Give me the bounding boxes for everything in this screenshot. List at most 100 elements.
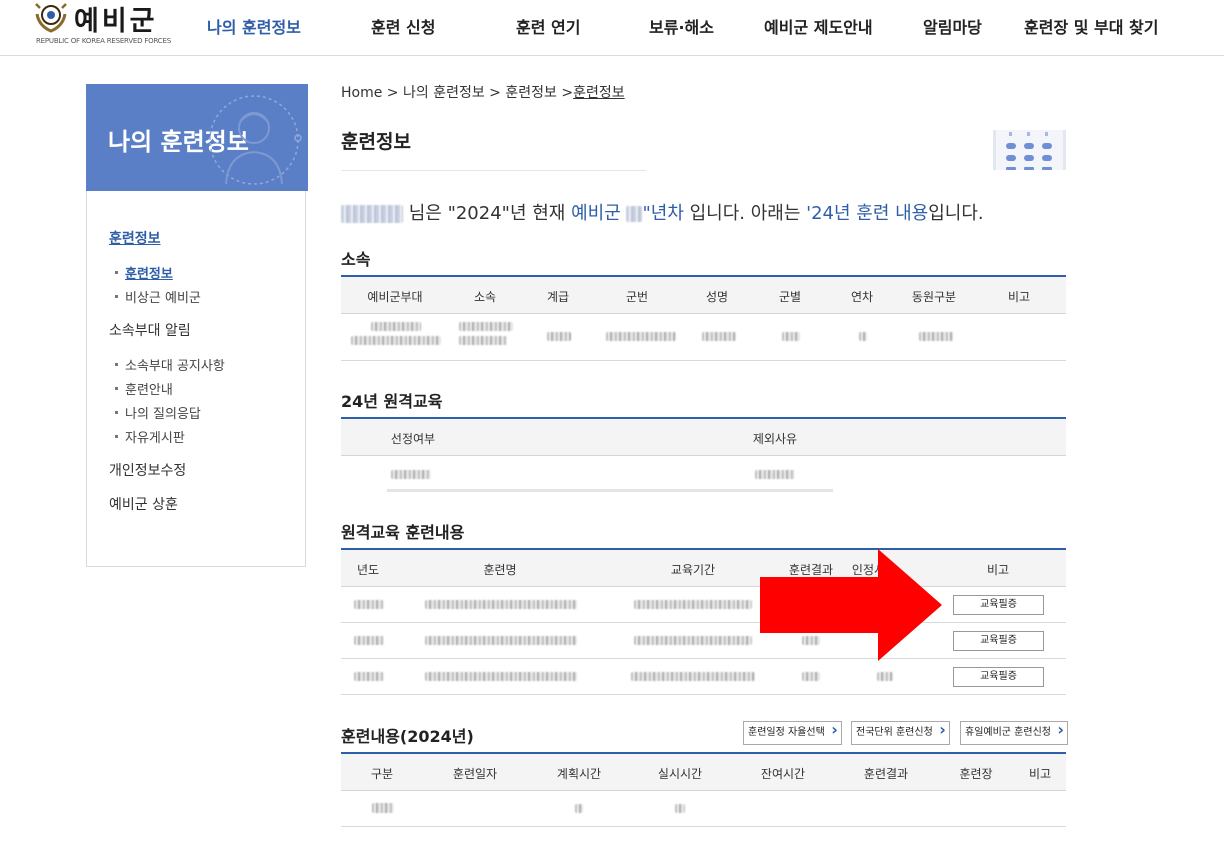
table-header-cell: 실시시간	[658, 765, 702, 782]
table-header-cell: 훈련일자	[453, 765, 497, 782]
table-header-cell: 소속	[474, 288, 496, 305]
sidebar: 나의 훈련정보 훈련정보 훈련정보 비상근 예비군 소속부대 알림 소속부대 공…	[86, 84, 306, 567]
table-header-cell: 예비군부대	[367, 288, 422, 305]
arrow-right-icon	[760, 549, 942, 661]
sidebar-item-unit-notice[interactable]: 소속부대 알림	[109, 320, 191, 340]
table-header-cell: 훈련장	[959, 765, 992, 782]
sidebar-subitem-part-time-reserve[interactable]: 비상근 예비군	[115, 287, 201, 306]
table-row	[341, 791, 1066, 827]
site-logo[interactable]: 예비군 REPUBLIC OF KOREA RESERVED FORCES	[34, 0, 180, 50]
redacted-cell	[425, 636, 577, 645]
intro-part-1: 님은 "2024"년 현재	[409, 203, 571, 224]
training-2024-title: 훈련내용(2024년)	[341, 723, 474, 747]
self-schedule-button[interactable]: 훈련일정 자율선택	[743, 721, 842, 745]
nationwide-apply-button[interactable]: 전국단위 훈련신청	[851, 721, 950, 745]
breadcrumb-my-training[interactable]: 나의 훈련정보	[403, 85, 485, 101]
certificate-button[interactable]: 교육필증	[953, 595, 1044, 615]
training-2024-table: 구분 훈련일자 계획시간 실시시간 잔여시간 훈련결과 훈련장 비고	[341, 752, 1066, 827]
sidebar-subitem-my-qna[interactable]: 나의 질의응답	[115, 403, 201, 422]
holiday-apply-button[interactable]: 휴일예비군 훈련신청	[960, 721, 1068, 745]
breadcrumb-sep-icon: >	[489, 85, 505, 101]
table-header-cell: 선정여부	[391, 430, 435, 447]
intro-part-5: '24년 훈련 내용	[806, 203, 928, 224]
table-header-cell: 비고	[987, 561, 1009, 578]
redacted-cell	[631, 672, 755, 681]
breadcrumb-sep-icon: >	[561, 85, 573, 101]
sidebar-subitem-training-info[interactable]: 훈련정보	[115, 263, 173, 282]
sidebar-item-edit-profile[interactable]: 개인정보수정	[109, 460, 186, 480]
redacted-cell	[782, 332, 800, 341]
affiliation-title: 소속	[341, 246, 370, 270]
redacted-cell	[606, 332, 676, 341]
breadcrumb-training[interactable]: 훈련정보	[505, 85, 557, 101]
table-row	[341, 456, 1066, 493]
remote-training-title: 원격교육 훈련내용	[341, 519, 464, 543]
nav-hold-release[interactable]: 보류·해소	[649, 14, 714, 38]
table-header-row: 예비군부대 소속 계급 군번 성명 군별 연차 동원구분 비고	[341, 277, 1066, 314]
site-header: 예비군 REPUBLIC OF KOREA RESERVED FORCES 나의…	[0, 0, 1224, 56]
nav-system-guide[interactable]: 예비군 제도안내	[764, 14, 873, 38]
table-header-cell: 성명	[706, 288, 728, 305]
certificate-button[interactable]: 교육필증	[953, 667, 1044, 687]
table-row: 교육필증	[341, 623, 1066, 659]
redacted-cell	[354, 636, 384, 645]
table-header-cell: 교육기간	[671, 561, 715, 578]
sidebar-item-training-info[interactable]: 훈련정보	[109, 228, 161, 248]
calendar-icon	[993, 130, 1066, 170]
table-header-row: 년도 훈련명 교육기간 훈련결과 인정시간 비고	[341, 550, 1066, 587]
table-header-cell: 비고	[1029, 765, 1051, 782]
intro-part-3: "년차	[642, 203, 683, 224]
intro-part-2: 예비군	[571, 203, 626, 224]
breadcrumb-sep-icon: >	[387, 85, 403, 101]
breadcrumb-current: 훈련정보	[573, 85, 625, 101]
sidebar-subitem-training-guide[interactable]: 훈련안내	[115, 379, 173, 398]
redacted-cell	[634, 600, 752, 609]
redacted-cell	[634, 636, 752, 645]
redacted-cell	[675, 804, 685, 813]
redacted-cell	[354, 600, 384, 609]
redacted-cell	[354, 672, 384, 681]
logo-subtitle: REPUBLIC OF KOREA RESERVED FORCES	[36, 37, 171, 45]
redacted-cell	[575, 804, 583, 813]
redacted-cell	[755, 470, 795, 479]
table-header-cell: 군번	[626, 288, 648, 305]
table-row: 교육필증	[341, 587, 1066, 623]
redacted-cell	[919, 332, 953, 341]
nav-notice[interactable]: 알림마당	[923, 14, 982, 38]
redacted-cell	[547, 332, 571, 341]
remote-edu-table: 선정여부 제외사유	[341, 417, 1066, 493]
redacted-cell	[459, 322, 513, 345]
redacted-cell	[372, 803, 394, 813]
redacted-cell	[802, 672, 820, 681]
nav-my-training[interactable]: 나의 훈련정보	[207, 14, 301, 38]
intro-text: 님은 "2024"년 현재 예비군 "년차 입니다. 아래는 '24년 훈련 내…	[341, 199, 984, 225]
table-header-row: 선정여부 제외사유	[341, 419, 1066, 456]
redacted-cell	[859, 332, 867, 341]
sidebar-subitem-free-board[interactable]: 자유게시판	[115, 427, 185, 446]
nav-training-apply[interactable]: 훈련 신청	[371, 14, 435, 38]
nav-find-unit[interactable]: 훈련장 및 부대 찾기	[1024, 14, 1158, 38]
affiliation-table: 예비군부대 소속 계급 군번 성명 군별 연차 동원구분 비고	[341, 275, 1066, 361]
redacted-cell	[425, 600, 577, 609]
table-header-cell: 잔여시간	[761, 765, 805, 782]
table-header-cell: 훈련결과	[864, 765, 908, 782]
sidebar-item-awards[interactable]: 예비군 상훈	[109, 494, 178, 514]
intro-part-6: 입니다.	[928, 203, 983, 224]
person-icon	[200, 88, 304, 188]
certificate-button[interactable]: 교육필증	[953, 631, 1044, 651]
sidebar-header: 나의 훈련정보	[86, 84, 308, 191]
intro-part-4: 입니다. 아래는	[684, 203, 806, 224]
breadcrumb: Home > 나의 훈련정보 > 훈련정보 >훈련정보	[341, 82, 625, 102]
table-header-cell: 년도	[357, 561, 379, 578]
redacted-cell	[877, 672, 893, 681]
table-header-cell: 비고	[1008, 288, 1030, 305]
logo-title: 예비군	[74, 0, 158, 38]
sidebar-subitem-unit-announcement[interactable]: 소속부대 공지사항	[115, 355, 225, 374]
table-header-cell: 제외사유	[753, 430, 797, 447]
table-row: 교육필증	[341, 659, 1066, 695]
scrollbar[interactable]	[387, 489, 833, 492]
breadcrumb-home[interactable]: Home	[341, 85, 382, 101]
nav-training-postpone[interactable]: 훈련 연기	[516, 14, 580, 38]
table-header-cell: 연차	[851, 288, 873, 305]
redacted-name	[341, 205, 403, 223]
